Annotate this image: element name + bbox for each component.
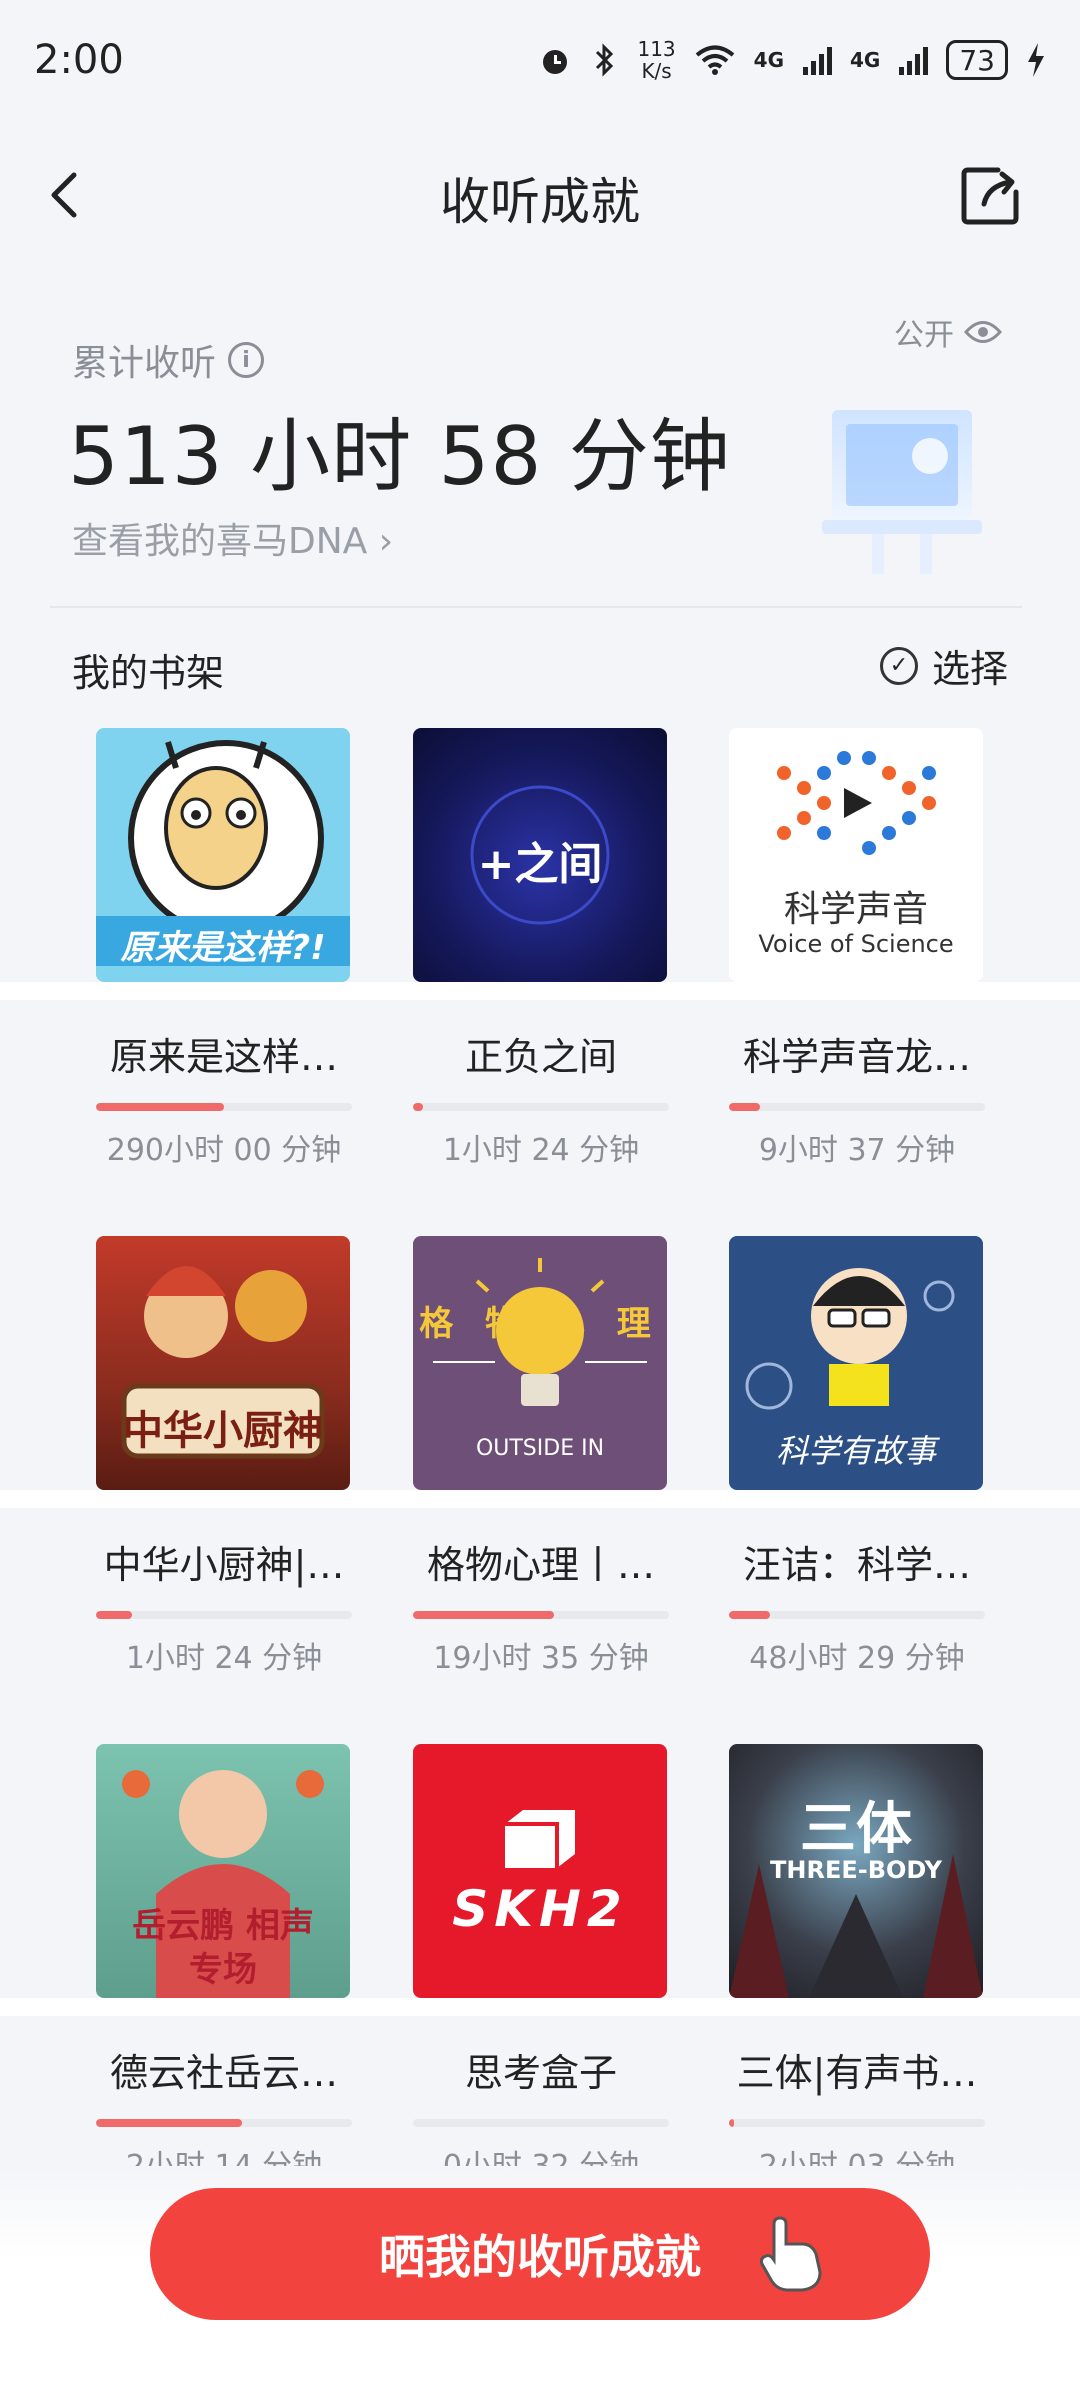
status-bar: 2:00 113 K/s 4G 4G 73 — [0, 0, 1080, 120]
cover-title: 科学有故事 — [775, 1432, 936, 1470]
progress-bar — [96, 2119, 352, 2127]
book-title: 原来是这样… — [109, 1035, 338, 1079]
book-item[interactable]: 三体 THREE-BODY 三体|有声书… 2小时 03 分钟 — [729, 1744, 985, 2185]
cover-subtitle: Voice of Science — [758, 930, 954, 958]
pointing-hand-icon — [760, 2216, 822, 2292]
battery-indicator: 73 — [946, 40, 1008, 80]
charging-icon — [1028, 43, 1044, 77]
book-item[interactable]: SKH2 思考盒子 0小时 32 分钟 — [413, 1744, 669, 2185]
signal-icon-2 — [899, 47, 929, 75]
signal-label-2: 4G — [850, 48, 881, 72]
cover-title: 中华小厨神 — [123, 1408, 323, 1454]
book-title: 科学声音龙… — [742, 1035, 971, 1079]
progress-bar — [729, 1611, 985, 1619]
alarm-icon — [543, 50, 568, 74]
book-title: 中华小厨神|… — [103, 1543, 345, 1587]
progress-bar — [96, 1611, 352, 1619]
book-title: 正负之间 — [464, 1035, 617, 1079]
book-item[interactable]: 科学声音 Voice of Science 科学声音龙… 9小时 37 分钟 — [729, 728, 985, 1169]
book-cover[interactable]: 格 物 心 理 OUTSIDE IN — [413, 1236, 667, 1490]
book-cover[interactable]: 岳云鹏 相声专场 — [96, 1744, 350, 1998]
book-title: 思考盒子 — [464, 2051, 617, 2095]
book-item[interactable]: 中华小厨神 中华小厨神|… 1小时 24 分钟 — [96, 1236, 352, 1677]
share-icon[interactable] — [958, 164, 1022, 228]
total-listening-time: 513 小时 58 分钟 — [68, 410, 731, 503]
bluetooth-icon — [596, 43, 614, 77]
book-item[interactable]: +之间 正负之间 1小时 24 分钟 — [413, 728, 669, 1169]
cover-title: 科学声音 — [783, 889, 928, 930]
book-cover[interactable]: 科学声音 Voice of Science — [729, 728, 983, 982]
cover-title: SKH2 — [452, 1880, 628, 1938]
progress-bar — [729, 2119, 985, 2127]
total-label: 累计收听 i — [72, 334, 265, 386]
book-cover[interactable]: 原来是这样?! — [96, 728, 350, 982]
cover-subtitle: OUTSIDE IN — [475, 1436, 605, 1461]
dna-link[interactable]: 查看我的喜马DNA › — [72, 512, 393, 564]
book-title: 三体|有声书… — [736, 2051, 978, 2095]
book-duration: 19小时 35 分钟 — [433, 1641, 649, 1676]
progress-bar — [413, 1103, 669, 1111]
book-duration: 48小时 29 分钟 — [749, 1641, 965, 1676]
select-button[interactable]: ✓ 选择 — [879, 638, 1008, 693]
book-cover[interactable]: 三体 THREE-BODY — [729, 1744, 983, 1998]
book-item[interactable]: 原来是这样?! 原来是这样… 290小时 00 分钟 — [96, 728, 352, 1169]
book-item[interactable]: 岳云鹏 相声专场 德云社岳云… 2小时 14 分钟 — [96, 1744, 352, 2185]
signal-icon-1 — [803, 47, 833, 75]
listening-summary: 累计收听 i 513 小时 58 分钟 查看我的喜马DNA › 公开 — [0, 300, 1080, 600]
easel-illustration — [822, 410, 982, 574]
book-duration: 9小时 37 分钟 — [758, 1133, 956, 1168]
book-cover[interactable]: +之间 — [413, 728, 667, 982]
progress-bar — [413, 2119, 669, 2127]
net-speed: 113 K/s — [637, 37, 676, 83]
wifi-icon — [695, 45, 734, 75]
book-cover[interactable]: SKH2 — [413, 1744, 667, 1998]
book-duration: 1小时 24 分钟 — [125, 1641, 323, 1676]
status-time: 2:00 — [34, 37, 124, 83]
shelf-title: 我的书架 — [72, 651, 225, 695]
cover-title: 格 物 心 理 — [419, 1304, 661, 1344]
progress-bar — [729, 1103, 985, 1111]
book-duration: 1小时 24 分钟 — [442, 1133, 640, 1168]
eye-icon — [964, 321, 1002, 343]
cover-title: 岳云鹏 相声专场 — [132, 1906, 314, 1990]
cover-title: 原来是这样?! — [120, 928, 326, 968]
book-title: 德云社岳云… — [109, 2051, 338, 2095]
progress-bar — [96, 1103, 352, 1111]
cover-title: 三体 — [800, 1797, 912, 1862]
share-achievement-button[interactable]: 晒我的收听成就 — [150, 2188, 930, 2320]
nav-bar: 收听成就 — [0, 140, 1080, 250]
shelf-header: 我的书架 ✓ 选择 — [0, 636, 1080, 706]
box-logo-art — [505, 1810, 575, 1868]
info-icon[interactable]: i — [228, 342, 265, 378]
progress-bar — [413, 1611, 669, 1619]
signal-label-1: 4G — [753, 48, 785, 72]
cover-subtitle: THREE-BODY — [770, 1856, 942, 1884]
cta-area: 晒我的收听成就 — [0, 2166, 1080, 2400]
book-cover[interactable]: 科学有故事 — [729, 1236, 983, 1490]
book-title: 格物心理丨… — [426, 1543, 655, 1587]
divider — [50, 606, 1022, 608]
public-toggle[interactable]: 公开 — [894, 310, 1002, 354]
book-cover[interactable]: 中华小厨神 — [96, 1236, 350, 1490]
book-title: 汪诘：科学… — [742, 1543, 971, 1587]
page-title: 收听成就 — [440, 173, 640, 231]
book-duration: 290小时 00 分钟 — [106, 1133, 342, 1168]
cover-title: +之间 — [477, 839, 603, 890]
check-circle-icon: ✓ — [879, 646, 918, 685]
status-icons: 113 K/s 4G 4G 73 — [537, 38, 1046, 82]
book-item[interactable]: 科学有故事 汪诘：科学… 48小时 29 分钟 — [729, 1236, 985, 1677]
book-item[interactable]: 格 物 心 理 OUTSIDE IN 格物心理丨… 19小时 35 分钟 — [413, 1236, 669, 1677]
